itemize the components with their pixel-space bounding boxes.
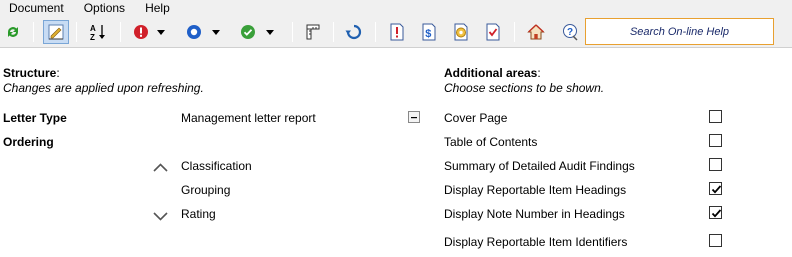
menu-help[interactable]: Help	[135, 0, 180, 17]
chevron-down-icon[interactable]	[156, 20, 166, 44]
green-status-icon[interactable]	[238, 20, 258, 44]
notes-doc-icon[interactable]	[386, 20, 408, 44]
svg-text:$: $	[425, 28, 431, 40]
ordering-item-classification[interactable]: Classification	[181, 159, 252, 173]
menu-options[interactable]: Options	[74, 0, 135, 17]
help-icon[interactable]: ?	[560, 20, 582, 44]
toolbar-separator	[333, 22, 334, 42]
option-label: Cover Page	[444, 111, 508, 125]
checkmark-icon	[711, 209, 722, 218]
note-number-checkbox[interactable]	[709, 206, 722, 219]
dollar-doc-icon[interactable]: $	[418, 20, 440, 44]
sort-az-icon[interactable]: AZ	[86, 20, 110, 44]
ruler-icon[interactable]	[301, 20, 323, 44]
ordering-item-rating[interactable]: Rating	[181, 207, 216, 221]
toolbar-separator	[292, 22, 293, 42]
item-identifiers-checkbox[interactable]	[709, 234, 722, 247]
option-label: Display Reportable Item Identifiers	[444, 235, 628, 249]
toolbar-separator	[76, 22, 77, 42]
additional-areas-subtitle: Choose sections to be shown.	[444, 81, 605, 95]
menu-document[interactable]: Document	[0, 0, 74, 17]
toolbar-separator	[514, 22, 515, 42]
letter-type-label: Letter Type	[3, 111, 67, 125]
letter-type-dropdown-button[interactable]	[408, 111, 420, 123]
option-label: Summary of Detailed Audit Findings	[444, 159, 635, 173]
option-label: Display Note Number in Headings	[444, 207, 625, 221]
item-headings-checkbox[interactable]	[709, 182, 722, 195]
menu-bar: Document Options Help	[0, 0, 792, 17]
toolbar-separator	[375, 22, 376, 42]
svg-text:A: A	[90, 24, 96, 33]
svg-text:?: ?	[567, 27, 573, 38]
option-label: Table of Contents	[444, 135, 538, 149]
ordering-item-grouping[interactable]: Grouping	[181, 183, 230, 197]
red-status-icon[interactable]	[131, 20, 151, 44]
additional-areas-heading: Additional areas:	[444, 66, 541, 80]
move-down-icon[interactable]	[153, 210, 168, 224]
table-of-contents-checkbox[interactable]	[709, 134, 722, 147]
settings-doc-icon[interactable]	[450, 20, 472, 44]
dropdown-dash-icon	[411, 116, 417, 118]
svg-text:Z: Z	[90, 33, 95, 42]
chevron-down-icon[interactable]	[211, 20, 221, 44]
structure-heading: Structure:	[3, 66, 60, 80]
checkmark-icon	[711, 185, 722, 194]
edit-structure-icon[interactable]	[43, 20, 69, 44]
cover-page-checkbox[interactable]	[709, 110, 722, 123]
option-label: Display Reportable Item Headings	[444, 183, 627, 197]
rotate-icon[interactable]	[343, 20, 365, 44]
toolbar-separator	[120, 22, 121, 42]
checklist-doc-icon[interactable]	[482, 20, 504, 44]
move-up-icon[interactable]	[153, 161, 168, 175]
ordering-label: Ordering	[3, 135, 54, 149]
home-icon[interactable]	[525, 20, 547, 44]
toolbar: AZ $ ? Search On-line Help	[0, 17, 792, 48]
chevron-down-icon[interactable]	[265, 20, 275, 44]
search-input[interactable]: Search On-line Help	[585, 18, 774, 45]
toolbar-separator	[33, 22, 34, 42]
summary-findings-checkbox[interactable]	[709, 158, 722, 171]
letter-type-select[interactable]: Management letter report	[181, 111, 316, 125]
refresh-icon[interactable]	[3, 20, 23, 44]
structure-subtitle: Changes are applied upon refreshing.	[3, 81, 204, 95]
blue-status-icon[interactable]	[184, 20, 204, 44]
